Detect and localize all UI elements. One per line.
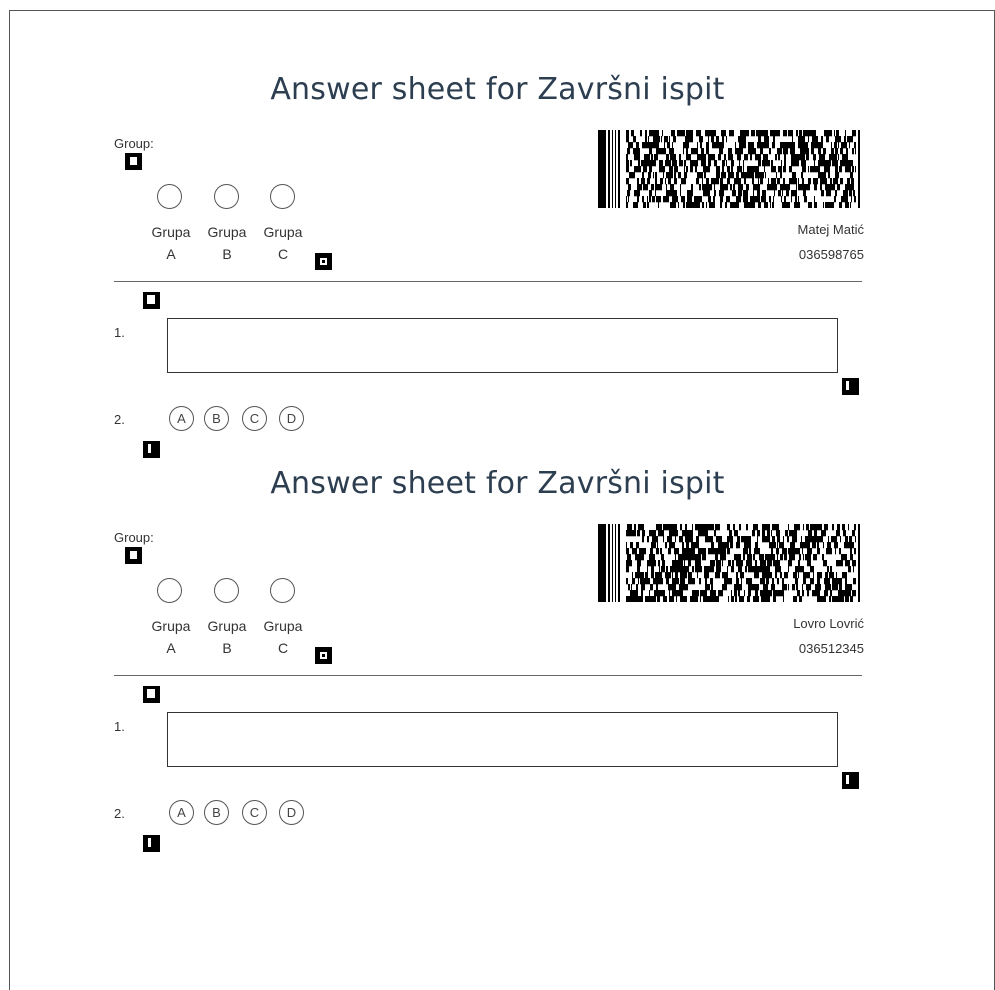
group-label-line1: Grupa [263,618,303,634]
group-a-bubble[interactable] [157,184,182,209]
group-c-label: Grupa C [253,615,313,659]
group-a-bubble[interactable] [157,578,182,603]
student-name: Matej Matić [797,222,864,237]
question-number: 1. [114,325,125,340]
question-number: 1. [114,719,125,734]
alignment-marker-icon [125,547,142,564]
group-b-label: Grupa B [197,615,257,659]
group-b-bubble[interactable] [214,578,239,603]
group-c-bubble[interactable] [270,578,295,603]
alignment-marker-icon [315,253,332,270]
sheet-title: Answer sheet for Završni ispit [270,72,725,107]
question-number: 2. [114,806,125,821]
alignment-marker-icon [143,835,160,852]
student-id: 036512345 [798,641,864,656]
barcode-image [598,130,860,208]
answer-sheet: Answer sheet for Završni ispit Group: Gr… [0,466,995,860]
header-divider [114,281,862,282]
group-c-bubble[interactable] [270,184,295,209]
alignment-marker-icon [842,772,859,789]
option-a-bubble[interactable]: A [169,800,194,825]
alignment-marker-icon [842,378,859,395]
option-d-bubble[interactable]: D [279,406,304,431]
question-number: 2. [114,412,125,427]
group-b-label: Grupa B [197,221,257,265]
group-a-label: Grupa A [141,221,201,265]
alignment-marker-icon [143,686,160,703]
group-label-line2: C [277,246,289,262]
answer-textbox[interactable] [167,318,838,373]
sheet-title: Answer sheet for Završni ispit [270,466,725,501]
alignment-marker-icon [125,153,142,170]
option-a-bubble[interactable]: A [169,406,194,431]
student-name: Lovro Lovrić [793,616,864,631]
group-label-line2: C [277,640,289,656]
option-b-bubble[interactable]: B [204,406,229,431]
group-label-line2: B [222,246,232,262]
group-label-line1: Grupa [151,224,191,240]
group-label-line1: Grupa [151,618,191,634]
alignment-marker-icon [143,292,160,309]
group-label: Group: [114,136,154,151]
group-label: Group: [114,530,154,545]
option-d-bubble[interactable]: D [279,800,304,825]
header-divider [114,675,862,676]
answer-sheet: Answer sheet for Završni ispit Group: Gr… [0,72,995,466]
option-c-bubble[interactable]: C [242,406,267,431]
group-a-label: Grupa A [141,615,201,659]
group-label-line2: A [166,640,176,656]
group-label-line2: A [166,246,176,262]
group-label-line1: Grupa [207,224,247,240]
alignment-marker-icon [315,647,332,664]
student-id: 036598765 [798,247,864,262]
option-c-bubble[interactable]: C [242,800,267,825]
group-c-label: Grupa C [253,221,313,265]
group-label-line2: B [222,640,232,656]
alignment-marker-icon [143,441,160,458]
group-label-line1: Grupa [263,224,303,240]
group-label-line1: Grupa [207,618,247,634]
barcode-image [598,524,860,602]
option-b-bubble[interactable]: B [204,800,229,825]
group-b-bubble[interactable] [214,184,239,209]
answer-textbox[interactable] [167,712,838,767]
